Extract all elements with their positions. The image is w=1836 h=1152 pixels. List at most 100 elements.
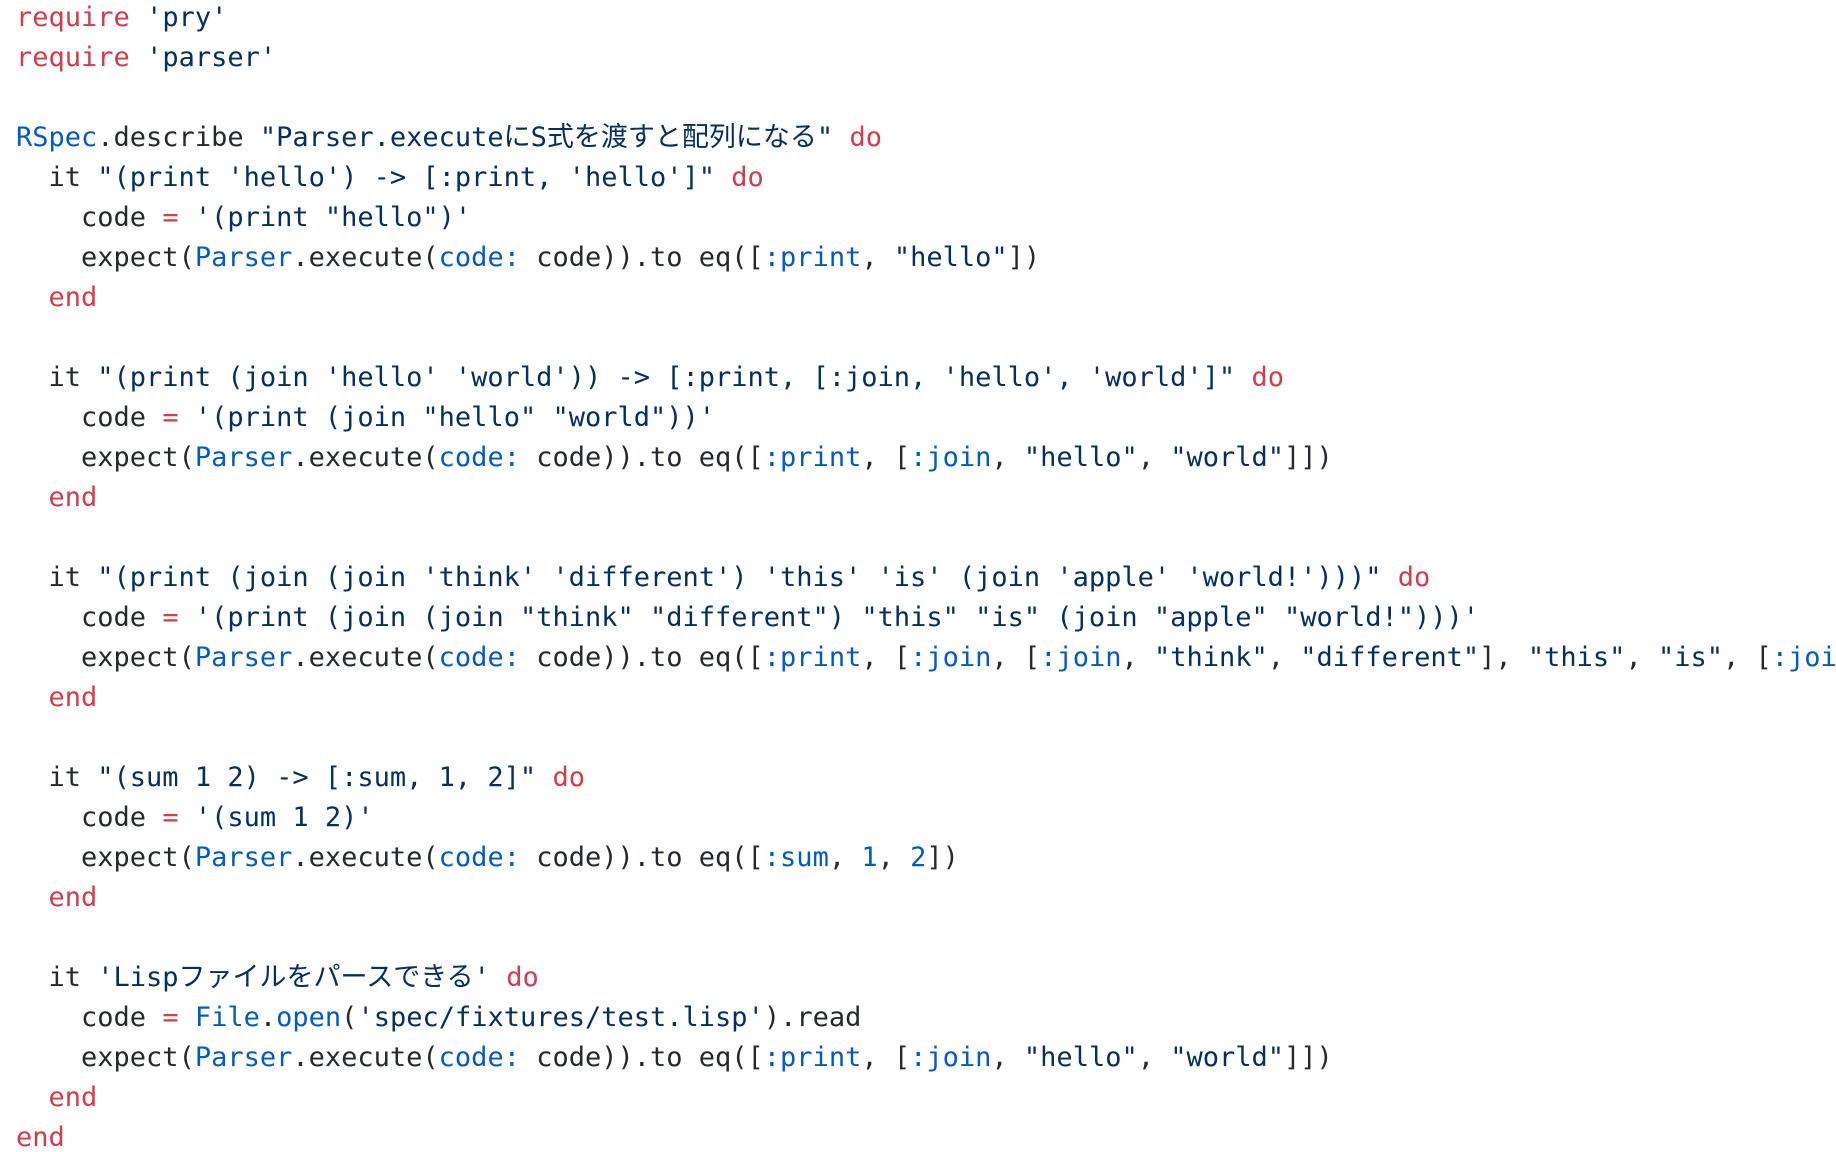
code-token-entity: code: <box>438 442 520 473</box>
code-token-plain: ( <box>341 1002 358 1033</box>
code-token-keyword: = <box>162 602 179 633</box>
code-token-plain: it <box>16 362 98 393</box>
code-token-plain: , [ <box>991 642 1041 673</box>
code-token-keyword: do <box>552 762 585 793</box>
code-token-keyword: do <box>1397 562 1431 593</box>
code-token-plain: code)).to eq([ <box>519 642 764 673</box>
code-token-plain: code)).to eq([ <box>519 442 764 473</box>
code-token-plain: .execute( <box>292 442 439 473</box>
code-line: code = '(print "hello")' <box>16 198 1836 238</box>
code-token-string: 'parser' <box>146 42 277 73</box>
code-token-keyword: require <box>16 42 130 73</box>
code-token-keyword: do <box>849 122 882 153</box>
code-token-plain: ).read <box>763 1002 862 1033</box>
code-line: it "(print (join (join 'think' 'differen… <box>16 558 1836 598</box>
code-token-entity: :print <box>763 642 862 673</box>
code-token-string: '(print (join (join "think" "different")… <box>194 602 1480 633</box>
code-token-plain: code)).to eq([ <box>519 1042 764 1073</box>
code-token-entity: 1 <box>861 842 878 873</box>
code-token-keyword: do <box>1251 362 1284 393</box>
code-token-string: "hello" <box>1023 442 1138 473</box>
code-line: it 'Lispファイルをパースできる' do <box>16 958 1836 998</box>
code-line: expect(Parser.execute(code: code)).to eq… <box>16 438 1836 478</box>
code-token-plain: , <box>991 1042 1024 1073</box>
code-token-string: "(print (join 'hello' 'world')) -> [:pri… <box>97 362 1236 393</box>
code-token-plain: , <box>877 842 911 873</box>
code-token-entity: :sum <box>763 842 829 873</box>
code-token-keyword: end <box>16 682 98 713</box>
code-token-entity: :join <box>1771 642 1836 673</box>
code-token-plain: , <box>828 842 862 873</box>
code-token-plain: expect( <box>16 242 195 273</box>
code-token-plain: it <box>16 762 98 793</box>
code-token-string: "this" <box>1527 642 1626 673</box>
code-token-plain: , <box>1625 642 1658 673</box>
code-token-entity: :print <box>763 442 862 473</box>
code-token-keyword: require <box>16 2 130 33</box>
code-token-entity: :join <box>910 442 992 473</box>
code-token-plain: .execute( <box>292 842 439 873</box>
code-token-entity: RSpec <box>16 122 98 153</box>
code-token-plain: code <box>16 802 163 833</box>
code-line: RSpec.describe "Parser.executeにS式を渡すと配列に… <box>16 118 1836 158</box>
code-token-keyword: end <box>16 882 98 913</box>
code-token-keyword: end <box>16 282 98 313</box>
code-token-string: '(sum 1 2)' <box>194 802 374 833</box>
code-line: it "(print (join 'hello' 'world')) -> [:… <box>16 358 1836 398</box>
code-token-string: 'pry' <box>146 2 228 33</box>
code-token-keyword: do <box>731 162 764 193</box>
code-token-string: "world" <box>1170 1042 1285 1073</box>
code-line: end <box>16 1078 1836 1118</box>
code-line: end <box>16 478 1836 518</box>
code-token-entity: code: <box>438 242 520 273</box>
code-token-string: "is" <box>1657 642 1723 673</box>
code-token-keyword: end <box>16 482 98 513</box>
code-token-string: "(print (join (join 'think' 'different')… <box>97 562 1382 593</box>
code-line: require 'pry' <box>16 0 1836 38</box>
code-token-plain: it <box>16 962 98 993</box>
code-token-entity: Parser <box>194 842 293 873</box>
code-token-plain: ]) <box>1007 242 1041 273</box>
code-token-string: "different" <box>1300 642 1480 673</box>
code-token-entity: Parser <box>194 1042 293 1073</box>
code-line: expect(Parser.execute(code: code)).to eq… <box>16 838 1836 878</box>
code-token-string: "hello" <box>893 242 1008 273</box>
code-token-plain: .describe <box>97 122 260 153</box>
code-token-string: "Parser.executeにS式を渡すと配列になる" <box>259 122 834 153</box>
code-line: expect(Parser.execute(code: code)).to eq… <box>16 238 1836 278</box>
code-token-string: "(print 'hello') -> [:print, 'hello']" <box>97 162 715 193</box>
code-token-entity: Parser <box>194 642 293 673</box>
code-token-plain: , <box>1121 642 1154 673</box>
code-token-plain: it <box>16 562 98 593</box>
code-token-plain: , <box>1137 442 1171 473</box>
code-token-entity: :join <box>1040 642 1122 673</box>
code-token-entity: File <box>194 1002 260 1033</box>
code-token-entity: :join <box>910 1042 992 1073</box>
code-token-plain: , <box>1267 642 1301 673</box>
code-line: expect(Parser.execute(code: code)).to eq… <box>16 1038 1836 1078</box>
code-token-plain: , [ <box>861 442 911 473</box>
code-token-entity: code: <box>438 842 520 873</box>
code-token-entity: :join <box>910 642 992 673</box>
code-line: end <box>16 278 1836 318</box>
code-token-plain: . <box>259 1002 277 1033</box>
code-token-plain: .execute( <box>292 642 439 673</box>
code-token-plain: .execute( <box>292 1042 439 1073</box>
code-token-string: 'spec/fixtures/test.lisp' <box>357 1002 764 1033</box>
code-token-plain: expect( <box>16 1042 195 1073</box>
code-line: end <box>16 678 1836 718</box>
code-token-string: "hello" <box>1023 1042 1138 1073</box>
code-token-plain: , <box>861 242 894 273</box>
code-token-plain: code <box>16 402 163 433</box>
code-token-plain: expect( <box>16 442 195 473</box>
